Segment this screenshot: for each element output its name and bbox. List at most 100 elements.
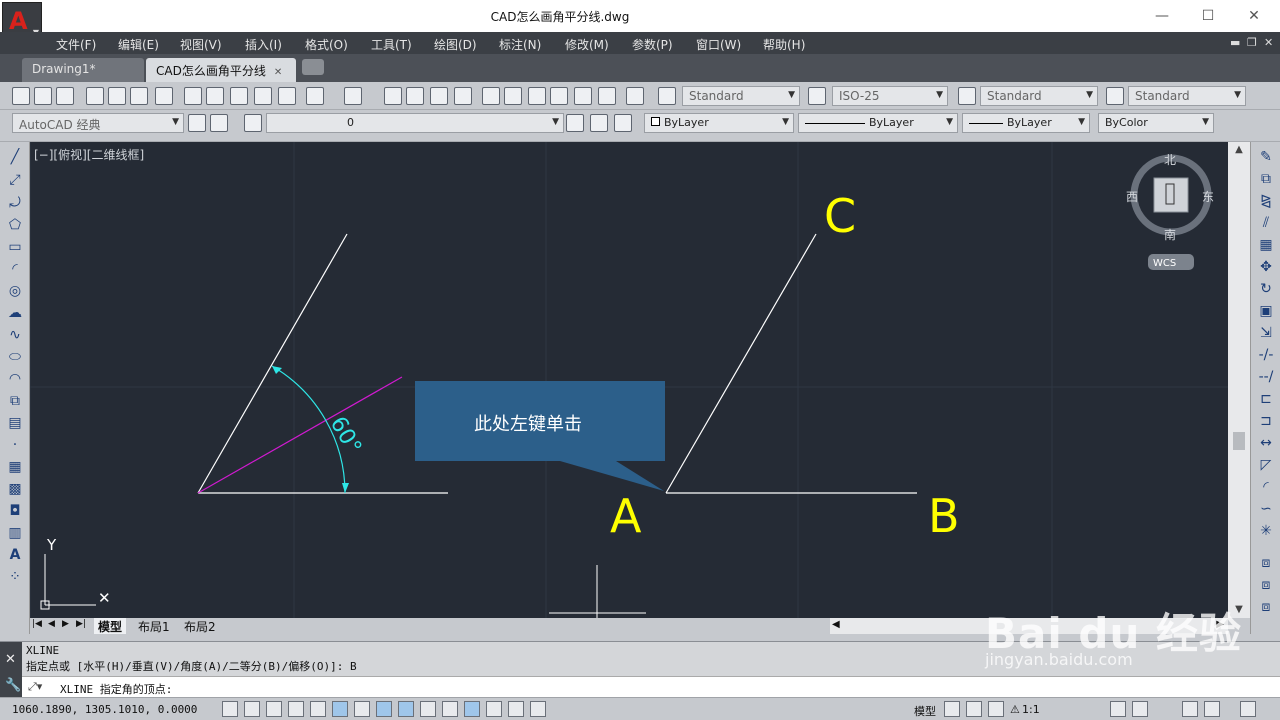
construction-line-icon[interactable]: ⤢ xyxy=(6,171,24,189)
multileader-style-icon[interactable] xyxy=(1106,87,1124,105)
pan-icon[interactable] xyxy=(384,87,402,105)
table-style-icon[interactable] xyxy=(958,87,976,105)
command-input[interactable]: ⤢▾ XLINE 指定角的顶点: xyxy=(22,676,1280,698)
menu-file[interactable]: 文件(F) xyxy=(56,36,96,53)
new-tab-button[interactable] xyxy=(302,59,324,75)
annotation-scale-icon[interactable]: ⚠ xyxy=(1010,703,1020,716)
scroll-up-icon[interactable]: ▲ xyxy=(1228,144,1250,155)
save-icon[interactable] xyxy=(56,87,74,105)
rectangle-icon[interactable]: ▭ xyxy=(6,238,24,256)
viewcube-east[interactable]: 东 xyxy=(1202,190,1214,204)
color-dropdown[interactable]: ByLayer ▼ xyxy=(644,113,794,133)
menu-insert[interactable]: 插入(I) xyxy=(245,36,282,53)
viewcube-north[interactable]: 北 xyxy=(1164,153,1176,167)
quick-view-drawings-icon[interactable] xyxy=(966,701,982,717)
ortho-mode-icon[interactable] xyxy=(288,701,304,717)
markup-icon[interactable] xyxy=(574,87,592,105)
multiline-text-icon[interactable]: A xyxy=(6,546,24,564)
menu-modify[interactable]: 修改(M) xyxy=(565,36,609,53)
viewport-controls[interactable]: [−][俯视][二维线框] xyxy=(34,146,144,163)
menu-draw[interactable]: 绘图(D) xyxy=(434,36,477,53)
viewcube-top-face[interactable] xyxy=(1153,177,1189,213)
layer-dropdown[interactable]: 0 ▼ xyxy=(266,113,564,133)
doc-restore-icon[interactable]: ❐ xyxy=(1247,36,1257,49)
angle-side-inclined[interactable] xyxy=(197,233,348,494)
make-object-layer-current-icon[interactable] xyxy=(566,114,584,132)
close-button[interactable]: ✕ xyxy=(1244,6,1264,26)
plot-preview-icon[interactable] xyxy=(108,87,126,105)
doc-close-icon[interactable]: ✕ xyxy=(1264,36,1273,49)
text-style-dropdown[interactable]: Standard ▼ xyxy=(682,86,800,106)
layout-nav-next-icon[interactable]: ▶ xyxy=(62,619,69,629)
vertical-scrollbar[interactable]: ▲ ▼ xyxy=(1228,142,1250,618)
quick-view-layouts-icon[interactable] xyxy=(944,701,960,717)
model-space-button[interactable]: 模型 xyxy=(914,703,936,719)
region-icon[interactable]: ◘ xyxy=(6,502,24,520)
transparency-icon[interactable] xyxy=(464,701,480,717)
pan-status-icon[interactable] xyxy=(988,701,1004,717)
menu-edit[interactable]: 编辑(E) xyxy=(118,36,159,53)
annotation-monitor-icon[interactable] xyxy=(530,701,546,717)
layer-previous-icon[interactable] xyxy=(590,114,608,132)
draw-order-back-icon[interactable]: ⧈ xyxy=(1257,576,1275,594)
explode-icon[interactable]: ✳ xyxy=(1257,522,1275,540)
close-tab-icon[interactable]: ✕ xyxy=(274,67,282,78)
menu-tools[interactable]: 工具(T) xyxy=(371,36,412,53)
tab-layout2[interactable]: 布局2 xyxy=(180,618,220,634)
recent-commands-icon[interactable]: ⤢▾ xyxy=(28,680,42,694)
table-icon[interactable]: ▥ xyxy=(6,524,24,542)
scroll-thumb[interactable] xyxy=(1233,432,1245,450)
spline-icon[interactable]: ∿ xyxy=(6,326,24,344)
properties-icon[interactable] xyxy=(482,87,500,105)
arc-icon[interactable]: ◜ xyxy=(6,260,24,278)
help-icon[interactable] xyxy=(626,87,644,105)
plot-icon[interactable] xyxy=(86,87,104,105)
drawing-canvas[interactable]: 60° A B C 此处左键单击 Y ✕ 北 南 东 西 WCS [−][俯视]… xyxy=(30,142,1228,618)
insert-block-icon[interactable]: ⧉ xyxy=(6,392,24,410)
dimension-style-icon[interactable] xyxy=(808,87,826,105)
zoom-realtime-icon[interactable] xyxy=(406,87,424,105)
lineweight-dropdown[interactable]: ByLayer ▼ xyxy=(962,113,1090,133)
dynamic-ucs-icon[interactable] xyxy=(398,701,414,717)
sheet-set-icon[interactable] xyxy=(550,87,568,105)
copy-object-icon[interactable]: ⧉ xyxy=(1257,170,1275,188)
fillet-icon[interactable]: ◜ xyxy=(1257,478,1275,496)
workspace-switching-icon[interactable] xyxy=(1110,701,1126,717)
doc-minimize-icon[interactable]: ▬ xyxy=(1230,36,1240,49)
move-icon[interactable]: ✥ xyxy=(1257,258,1275,276)
offset-icon[interactable]: ⫽ xyxy=(1257,214,1275,232)
circle-icon[interactable]: ◎ xyxy=(6,282,24,300)
scroll-left-icon[interactable]: ◀ xyxy=(832,619,840,630)
isolate-objects-icon[interactable] xyxy=(1204,701,1220,717)
chamfer-icon[interactable]: ◸ xyxy=(1257,456,1275,474)
ellipse-icon[interactable]: ⬭ xyxy=(6,348,24,366)
viewcube-south[interactable]: 南 xyxy=(1164,227,1176,242)
array-icon[interactable]: ▦ xyxy=(1257,236,1275,254)
add-selected-icon[interactable]: ⁘ xyxy=(6,568,24,586)
make-block-icon[interactable]: ▤ xyxy=(6,414,24,432)
block-editor-icon[interactable] xyxy=(278,87,296,105)
tab-model[interactable]: 模型 xyxy=(94,618,127,634)
stretch-icon[interactable]: ⇲ xyxy=(1257,324,1275,342)
dynamic-input-icon[interactable] xyxy=(420,701,436,717)
coordinate-readout[interactable]: 1060.1890, 1305.1010, 0.0000 xyxy=(12,703,197,716)
workspace-save-icon[interactable] xyxy=(210,114,228,132)
table-style-dropdown[interactable]: Standard ▼ xyxy=(980,86,1098,106)
tool-palettes-icon[interactable] xyxy=(528,87,546,105)
rotate-icon[interactable]: ↻ xyxy=(1257,280,1275,298)
grid-display-icon[interactable] xyxy=(266,701,282,717)
layout-nav-last-icon[interactable]: ▶| xyxy=(76,619,86,629)
clean-screen-icon[interactable] xyxy=(1240,701,1256,717)
customize-wrench-icon[interactable]: 🔧 xyxy=(5,678,21,693)
selection-cycling-icon[interactable] xyxy=(508,701,524,717)
design-center-icon[interactable] xyxy=(504,87,522,105)
polygon-icon[interactable]: ⬠ xyxy=(6,216,24,234)
dimension-style-dropdown[interactable]: ISO-25 ▼ xyxy=(832,86,948,106)
snap-mode-icon[interactable] xyxy=(244,701,260,717)
menu-dimension[interactable]: 标注(N) xyxy=(499,36,541,53)
annotation-scale[interactable]: 1:1 xyxy=(1022,703,1040,716)
scale-icon[interactable]: ▣ xyxy=(1257,302,1275,320)
minimize-button[interactable]: — xyxy=(1152,6,1172,26)
side-ac-line[interactable] xyxy=(665,233,817,494)
point-icon[interactable]: · xyxy=(6,436,24,454)
